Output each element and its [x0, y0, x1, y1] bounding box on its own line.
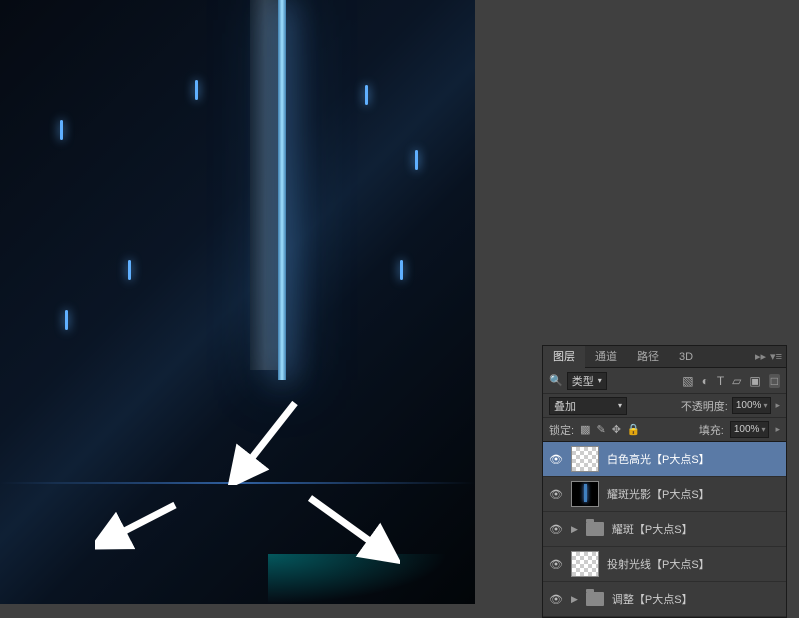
tab-channels[interactable]: 通道 [585, 346, 627, 368]
blend-mode-dropdown[interactable]: 叠加 ▾ [549, 397, 627, 415]
filter-type-dropdown[interactable]: 类型 ▾ [567, 372, 607, 390]
canvas-light-dot [60, 120, 63, 140]
visibility-eye-icon[interactable]: 👁 [549, 558, 563, 571]
layer-row[interactable]: 👁 白色高光【P大点S】 [543, 442, 786, 477]
canvas-light-dot [65, 310, 68, 330]
layer-thumbnail[interactable] [571, 551, 599, 577]
canvas-preview[interactable] [0, 0, 475, 604]
layer-name[interactable]: 耀斑光影【P大点S】 [607, 486, 710, 502]
visibility-eye-icon[interactable]: 👁 [549, 488, 563, 501]
expand-toggle-icon[interactable]: ▶ [571, 524, 578, 535]
tab-3d[interactable]: 3D [669, 346, 703, 368]
filter-label: 类型 [572, 373, 594, 389]
lock-transparency-icon[interactable]: ▩ [580, 423, 590, 436]
filter-adjust-icon[interactable]: ◐ [702, 374, 709, 388]
chevron-down-icon: ▾ [763, 401, 767, 410]
filter-shape-icon[interactable]: ▱ [732, 374, 741, 388]
layer-thumbnail[interactable] [571, 481, 599, 507]
layer-row[interactable]: 👁 ▶ 耀斑【P大点S】 [543, 512, 786, 547]
fill-label: 填充: [699, 422, 724, 438]
layer-name[interactable]: 白色高光【P大点S】 [607, 451, 710, 467]
tab-paths[interactable]: 路径 [627, 346, 669, 368]
search-icon: 🔍 [549, 374, 563, 387]
annotation-arrow [225, 395, 305, 485]
lock-position-icon[interactable]: ✥ [612, 423, 621, 436]
blend-mode-value: 叠加 [554, 398, 576, 414]
lock-label: 锁定: [549, 422, 574, 438]
expand-toggle-icon[interactable]: ▶ [571, 594, 578, 605]
chevron-down-icon: ▾ [761, 425, 765, 434]
layer-name[interactable]: 投射光线【P大点S】 [607, 556, 710, 572]
tab-layers[interactable]: 图层 [543, 346, 585, 368]
chevron-down-icon: ▾ [598, 376, 602, 385]
filter-toggle-switch[interactable]: □ [769, 374, 780, 388]
lock-row: 锁定: ▩ ✎ ✥ 🔒 填充: 100% ▾ ▸ [543, 418, 786, 442]
canvas-light-dot [365, 85, 368, 105]
blend-mode-row: 叠加 ▾ 不透明度: 100% ▾ ▸ [543, 394, 786, 418]
filter-text-icon[interactable]: T [717, 374, 724, 388]
layer-filter-row: 🔍 类型 ▾ ▧ ◐ T ▱ ▣ □ [543, 368, 786, 394]
opacity-label: 不透明度: [681, 398, 728, 414]
fill-input[interactable]: 100% ▾ [730, 421, 770, 438]
canvas-light-dot [128, 260, 131, 280]
folder-icon [586, 522, 604, 536]
layer-row[interactable]: 👁 耀斑光影【P大点S】 [543, 477, 786, 512]
layer-thumbnail[interactable] [571, 446, 599, 472]
layer-row[interactable]: 👁▶调整【P大点S】 [543, 582, 786, 617]
panel-tabs: 图层 通道 路径 3D ▸▸ ▾≡ [543, 346, 786, 368]
scrubby-icon[interactable]: ▸ [775, 424, 780, 435]
visibility-eye-icon[interactable]: 👁 [549, 523, 563, 536]
scrubby-icon[interactable]: ▸ [775, 400, 780, 411]
collapse-icon[interactable]: ▸▸ [755, 350, 766, 363]
layer-name[interactable]: 耀斑【P大点S】 [612, 521, 693, 537]
annotation-arrow [95, 495, 185, 555]
lock-pixels-icon[interactable]: ✎ [596, 423, 605, 436]
panel-menu-icon[interactable]: ▾≡ [770, 350, 782, 363]
canvas-light-dot [415, 150, 418, 170]
fill-value: 100% [734, 424, 760, 435]
annotation-arrow [300, 490, 400, 565]
layers-panel: 图层 通道 路径 3D ▸▸ ▾≡ 🔍 类型 ▾ ▧ ◐ T ▱ ▣ □ 叠加 … [542, 345, 787, 618]
layer-name[interactable]: 调整【P大点S】 [612, 591, 693, 607]
chevron-down-icon: ▾ [618, 401, 622, 410]
lock-all-icon[interactable]: 🔒 [627, 423, 641, 436]
filter-smart-icon[interactable]: ▣ [749, 374, 760, 388]
canvas-light-dot [195, 80, 198, 100]
layers-list: 👁 白色高光【P大点S】 👁 耀斑光影【P大点S】 👁 ▶ 耀斑【P大点S】 👁 投射光线【P大… [543, 442, 786, 617]
layer-row[interactable]: 👁 投射光线【P大点S】 [543, 547, 786, 582]
opacity-value: 100% [736, 400, 762, 411]
canvas-light-slit [278, 0, 286, 380]
filter-pixel-icon[interactable]: ▧ [682, 374, 693, 388]
visibility-eye-icon[interactable]: 👁 [549, 453, 563, 466]
opacity-input[interactable]: 100% ▾ [732, 397, 772, 414]
canvas-light-dot [400, 260, 403, 280]
canvas-pillar [250, 0, 280, 370]
